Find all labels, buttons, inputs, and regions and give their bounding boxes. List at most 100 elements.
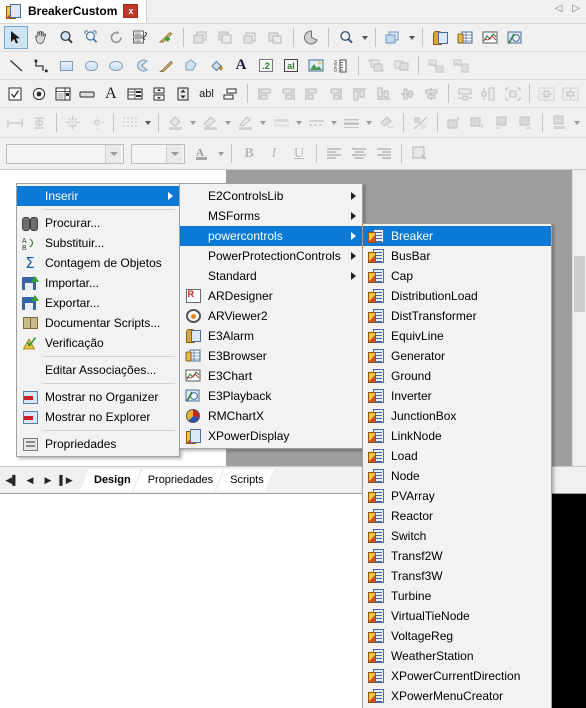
- tab-nav-right-icon[interactable]: ▷: [572, 3, 580, 14]
- component-item-busbar[interactable]: BusBar: [363, 246, 551, 266]
- layer-back-icon[interactable]: [214, 26, 238, 49]
- menu-item-contagem-de-objetos[interactable]: Σ Contagem de Objetos: [17, 253, 179, 273]
- component-item-equivline[interactable]: EquivLine: [363, 326, 551, 346]
- menu-item-documentar-scripts[interactable]: Documentar Scripts...: [17, 313, 179, 333]
- canvas-vertical-scrollbar[interactable]: [572, 170, 586, 466]
- fill-color-dropdown-arrow[interactable]: [188, 111, 198, 134]
- space-horizontal-icon[interactable]: [454, 82, 477, 105]
- link-object-icon[interactable]: [424, 54, 448, 77]
- submenu-item-e3alarm[interactable]: E3Alarm: [180, 326, 362, 346]
- tab-nav-left-icon[interactable]: ◁: [555, 3, 563, 14]
- ellipse-icon[interactable]: [104, 54, 128, 77]
- magnifier-icon[interactable]: [54, 26, 78, 49]
- layer-forward-icon[interactable]: [239, 26, 263, 49]
- component-item-transf2w[interactable]: Transf2W: [363, 546, 551, 566]
- radio-icon[interactable]: [28, 82, 51, 105]
- submenu-item-powercontrols[interactable]: powercontrols: [180, 226, 362, 246]
- component-item-generator[interactable]: Generator: [363, 346, 551, 366]
- component-item-cap[interactable]: Cap: [363, 266, 551, 286]
- tab-design[interactable]: Design: [80, 469, 141, 491]
- pan-tool[interactable]: [29, 26, 53, 49]
- shadow-left-icon[interactable]: [490, 111, 513, 134]
- component-item-ground[interactable]: Ground: [363, 366, 551, 386]
- text-a-icon[interactable]: A: [229, 54, 253, 77]
- submenu-item-e3chart[interactable]: E3Chart: [180, 366, 362, 386]
- pie-icon[interactable]: [299, 26, 323, 49]
- align-left-2-icon[interactable]: [300, 82, 323, 105]
- layer-front-icon[interactable]: [189, 26, 213, 49]
- menu-item-verificacao[interactable]: Verificação: [17, 333, 179, 353]
- fit-selection-icon[interactable]: [501, 82, 524, 105]
- shadow-up-icon[interactable]: [443, 111, 466, 134]
- underline-button[interactable]: U: [287, 142, 311, 165]
- component-item-weatherstation[interactable]: WeatherStation: [363, 646, 551, 666]
- browser-control-button[interactable]: [453, 26, 477, 49]
- background-color-dropdown-arrow[interactable]: [223, 111, 233, 134]
- line-color-dropdown-arrow[interactable]: [258, 111, 268, 134]
- line-weight-icon[interactable]: [340, 111, 363, 134]
- grid-dots-icon[interactable]: [119, 111, 142, 134]
- rectangle-icon[interactable]: [54, 54, 78, 77]
- border-style-dropdown-arrow[interactable]: [329, 111, 339, 134]
- submenu-item-e2controlslib[interactable]: E2ControlsLib: [180, 186, 362, 206]
- select-tool[interactable]: [4, 26, 28, 49]
- frame-icon[interactable]: [219, 82, 242, 105]
- align-right-icon[interactable]: [277, 82, 300, 105]
- submenu-item-rmchartx[interactable]: RMChartX: [180, 406, 362, 426]
- menu-item-mostrar-no-organizer[interactable]: Mostrar no Organizer: [17, 387, 179, 407]
- align-right-2-icon[interactable]: [324, 82, 347, 105]
- align-text-left-icon[interactable]: [322, 142, 346, 165]
- submenu-item-xpowerdisplay[interactable]: XPowerDisplay: [180, 426, 362, 446]
- ruler-icon[interactable]: 320: [329, 54, 353, 77]
- menu-item-editar-associacoes[interactable]: Editar Associações...: [17, 360, 179, 380]
- align-center-v-icon[interactable]: [396, 82, 419, 105]
- font-size-chevron-down-icon[interactable]: [166, 144, 182, 163]
- component-item-pvarray[interactable]: PVArray: [363, 486, 551, 506]
- menu-item-importar[interactable]: Importar...: [17, 273, 179, 293]
- component-item-distributionload[interactable]: DistributionLoad: [363, 286, 551, 306]
- submenu-item-powerprotectioncontrols[interactable]: PowerProtectionControls: [180, 246, 362, 266]
- component-item-load[interactable]: Load: [363, 446, 551, 466]
- component-item-virtualtienode[interactable]: VirtualTieNode: [363, 606, 551, 626]
- textbox-abl-icon[interactable]: abl: [195, 82, 218, 105]
- nav-prev-icon[interactable]: ◀: [22, 471, 38, 489]
- font-size-combo[interactable]: [131, 143, 185, 164]
- list-properties-icon[interactable]: [129, 26, 153, 49]
- component-item-xpowermenucreator[interactable]: XPowerMenuCreator: [363, 686, 551, 706]
- fill-style-icon[interactable]: [270, 111, 293, 134]
- font-name-combo[interactable]: [6, 143, 124, 164]
- pencil-icon[interactable]: [154, 54, 178, 77]
- same-height-icon[interactable]: [28, 111, 51, 134]
- nav-last-icon[interactable]: ▌▶: [58, 471, 74, 489]
- component-item-switch[interactable]: Switch: [363, 526, 551, 546]
- space-vertical-icon[interactable]: [478, 82, 501, 105]
- ungroup-objects-icon[interactable]: [389, 54, 413, 77]
- context-menu[interactable]: Inserir Procurar... AB Substituir... Σ C…: [16, 183, 180, 457]
- chart-control-button[interactable]: [478, 26, 502, 49]
- fill-color-icon[interactable]: [164, 111, 187, 134]
- transparency-icon[interactable]: [409, 111, 432, 134]
- component-item-node[interactable]: Node: [363, 466, 551, 486]
- component-item-turbine[interactable]: Turbine: [363, 586, 551, 606]
- nudge-all-icon[interactable]: [62, 111, 85, 134]
- search-icon[interactable]: [334, 26, 358, 49]
- button-icon[interactable]: [76, 82, 99, 105]
- search-dropdown-arrow[interactable]: [359, 26, 370, 49]
- image-icon[interactable]: [304, 54, 328, 77]
- grid-dropdown-arrow[interactable]: [143, 111, 153, 134]
- component-item-reactor[interactable]: Reactor: [363, 506, 551, 526]
- component-item-voltagereg[interactable]: VoltageReg: [363, 626, 551, 646]
- line-color-icon[interactable]: [234, 111, 257, 134]
- zoom-selection-icon[interactable]: [79, 26, 103, 49]
- object-properties-icon[interactable]: [407, 142, 431, 165]
- listbox-icon[interactable]: [52, 82, 75, 105]
- arc-icon[interactable]: [129, 54, 153, 77]
- polygon-icon[interactable]: [179, 54, 203, 77]
- align-top-icon[interactable]: [348, 82, 371, 105]
- group-icon[interactable]: [381, 26, 405, 49]
- align-text-right-icon[interactable]: [372, 142, 396, 165]
- pencil-eraser-icon[interactable]: [154, 26, 178, 49]
- combobox-icon[interactable]: [123, 82, 146, 105]
- rotate-icon[interactable]: [104, 26, 128, 49]
- tab-propriedades[interactable]: Propriedades: [134, 469, 223, 491]
